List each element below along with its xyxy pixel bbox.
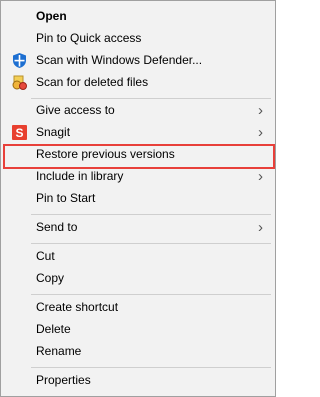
menu-separator: [31, 367, 271, 368]
snagit-icon: S: [11, 124, 28, 141]
menu-item-scan-defender[interactable]: Scan with Windows Defender...: [3, 50, 273, 72]
menu-item-create-shortcut[interactable]: Create shortcut: [3, 297, 273, 319]
menu-item-copy-label: Copy: [36, 271, 65, 285]
menu-item-scan-deleted-label: Scan for deleted files: [36, 75, 149, 89]
menu-item-include-library-label: Include in library: [36, 169, 124, 183]
menu-item-snagit-label: Snagit: [36, 125, 71, 139]
menu-separator: [31, 98, 271, 99]
menu-item-properties[interactable]: Properties: [3, 370, 273, 392]
chevron-right-icon: ›: [258, 168, 263, 185]
highlight-box: [3, 144, 275, 169]
menu-item-open[interactable]: Open: [3, 6, 273, 28]
menu-item-copy[interactable]: Copy: [3, 268, 273, 290]
menu-item-properties-label: Properties: [36, 373, 91, 387]
menu-item-send-to[interactable]: Send to ›: [3, 217, 273, 239]
scan-deleted-files-icon: [11, 74, 28, 91]
menu-separator: [31, 243, 271, 244]
menu-item-snagit[interactable]: S Snagit ›: [3, 122, 273, 144]
menu-item-include-library[interactable]: Include in library ›: [3, 166, 273, 188]
svg-text:S: S: [15, 126, 23, 140]
menu-item-pin-start[interactable]: Pin to Start: [3, 188, 273, 210]
chevron-right-icon: ›: [258, 124, 263, 141]
menu-item-give-access-label: Give access to: [36, 103, 115, 117]
menu-item-pin-quick-access-label: Pin to Quick access: [36, 31, 142, 45]
menu-item-open-label: Open: [36, 9, 67, 23]
menu-item-give-access[interactable]: Give access to ›: [3, 100, 273, 122]
menu-item-create-shortcut-label: Create shortcut: [36, 300, 119, 314]
menu-item-scan-defender-label: Scan with Windows Defender...: [36, 53, 203, 67]
menu-item-rename[interactable]: Rename: [3, 341, 273, 363]
windows-defender-shield-icon: [11, 52, 28, 69]
menu-item-delete[interactable]: Delete: [3, 319, 273, 341]
menu-separator: [31, 294, 271, 295]
menu-separator: [31, 214, 271, 215]
menu-item-send-to-label: Send to: [36, 220, 78, 234]
menu-item-cut-label: Cut: [36, 249, 55, 263]
menu-item-pin-quick-access[interactable]: Pin to Quick access: [3, 28, 273, 50]
chevron-right-icon: ›: [258, 102, 263, 119]
menu-item-rename-label: Rename: [36, 344, 82, 358]
menu-item-pin-start-label: Pin to Start: [36, 191, 96, 205]
context-menu: Open Pin to Quick access Scan with Windo…: [0, 0, 276, 397]
menu-item-delete-label: Delete: [36, 322, 71, 336]
chevron-right-icon: ›: [258, 219, 263, 236]
menu-item-scan-deleted[interactable]: Scan for deleted files: [3, 72, 273, 94]
menu-item-cut[interactable]: Cut: [3, 246, 273, 268]
